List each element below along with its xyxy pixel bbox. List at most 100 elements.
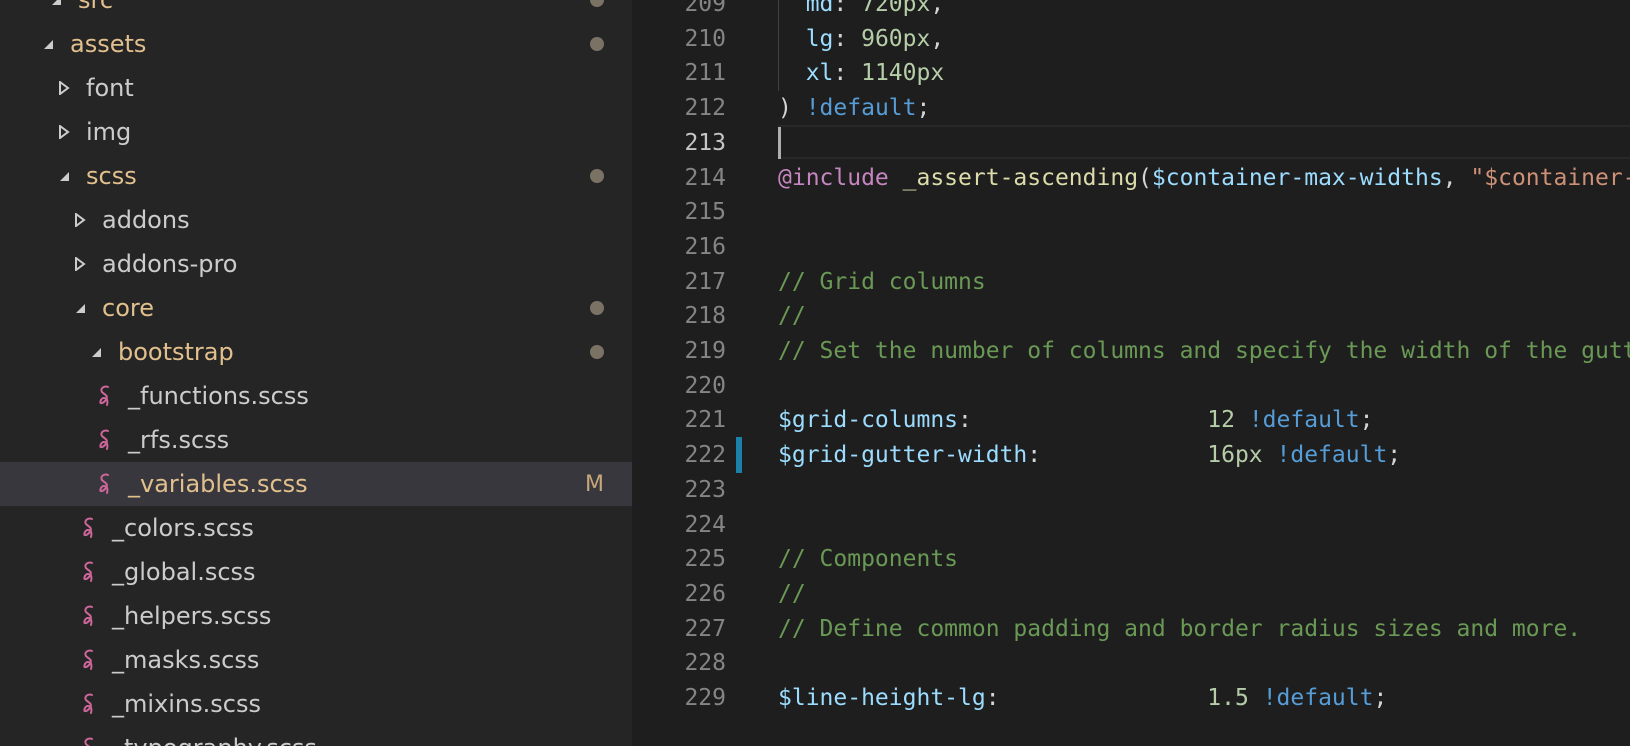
code-line[interactable]: 214 @include _assert-ascending($container… <box>632 160 1630 196</box>
code-token: !default <box>1262 685 1374 711</box>
triangle-right-icon[interactable] <box>56 121 72 143</box>
code-token: @include <box>778 164 889 191</box>
tree-item-label: _masks.scss <box>112 646 260 674</box>
git-modified-gutter-marker[interactable] <box>736 437 742 474</box>
code-line[interactable]: 216 <box>632 229 1630 265</box>
code-text: $grid-gutter-width: 16px !default; <box>778 437 1401 473</box>
line-number: 219 <box>684 338 726 364</box>
line-number: 223 <box>684 476 726 503</box>
line-number: 221 <box>684 407 726 434</box>
code-line[interactable]: 229 $line-height-lg: 1.5 !default; <box>632 680 1630 716</box>
tree-item-label: src <box>78 0 114 14</box>
code-line[interactable]: 209 md: 720px, <box>632 0 1630 22</box>
code-line[interactable]: 220 <box>632 368 1630 404</box>
code-line[interactable]: 218 // <box>632 298 1630 334</box>
tree-folder-row[interactable]: assets <box>0 22 632 66</box>
tree-folder-row[interactable]: scss <box>0 154 632 198</box>
code-line[interactable]: 227 // Define common padding and border r… <box>632 611 1630 647</box>
tree-file-row[interactable]: _global.scss <box>0 550 632 594</box>
code-line[interactable]: 213 <box>632 124 1630 161</box>
modified-dot-icon <box>590 37 604 51</box>
tree-file-row[interactable]: _mixins.scss <box>0 682 632 726</box>
code-token: : <box>833 60 862 87</box>
tree-folder-row[interactable]: font <box>0 66 632 110</box>
triangle-right-icon[interactable] <box>56 77 72 99</box>
code-editor[interactable]: 209 md: 720px, 210 lg: 960px, 211 xl: 1140… <box>632 0 1630 746</box>
triangle-down-icon[interactable] <box>88 341 104 363</box>
code-line[interactable]: 226 // <box>632 576 1630 612</box>
modified-dot-icon <box>590 0 604 7</box>
code-token: : <box>1027 442 1208 469</box>
tree-folder-row[interactable]: bootstrap <box>0 330 632 374</box>
triangle-down-icon[interactable] <box>56 165 72 187</box>
triangle-down-icon[interactable] <box>40 33 56 55</box>
code-token: $grid-columns <box>778 407 959 434</box>
code-token: ; <box>1359 407 1374 434</box>
code-line[interactable]: 215 <box>632 194 1630 230</box>
tree-item-label: _colors.scss <box>112 514 254 542</box>
code-line[interactable]: 212 ) !default; <box>632 90 1630 126</box>
triangle-down-icon[interactable] <box>72 297 88 319</box>
sass-file-icon <box>80 604 98 628</box>
line-number: 212 <box>684 95 726 122</box>
code-line[interactable]: 211 xl: 1140px <box>632 55 1630 92</box>
tree-file-row[interactable]: _functions.scss <box>0 374 632 418</box>
code-line[interactable]: 228 <box>632 645 1630 681</box>
code-token: ; <box>1387 442 1402 469</box>
code-token: : <box>833 25 862 52</box>
code-token: 1.5 <box>1207 685 1249 711</box>
line-number: 209 <box>684 0 726 17</box>
tree-folder-row[interactable]: addons <box>0 198 632 242</box>
current-line-highlight <box>778 124 1630 159</box>
code-text: // <box>778 576 806 612</box>
code-token: !default <box>805 95 917 122</box>
code-token: // Components <box>778 546 959 573</box>
tree-file-row[interactable]: _colors.scss <box>0 506 632 550</box>
code-token: xl <box>805 60 834 87</box>
tree-folder-row[interactable]: addons-pro <box>0 242 632 286</box>
code-token: 960px <box>861 25 931 52</box>
code-line[interactable]: 217 // Grid columns <box>632 264 1630 300</box>
code-text: md: 720px, <box>778 0 945 22</box>
tree-item-label: _rfs.scss <box>128 426 230 454</box>
code-token: 12 <box>1207 407 1235 434</box>
code-line[interactable]: 225 // Components <box>632 541 1630 577</box>
modified-dot-icon <box>590 169 604 183</box>
code-text: ) !default; <box>778 90 930 126</box>
line-number: 228 <box>684 650 726 677</box>
modified-dot-badge <box>590 0 604 22</box>
code-line[interactable]: 219 // Set the number of columns and spec… <box>632 333 1630 369</box>
sass-file-icon <box>80 560 98 584</box>
code-token: // Set the number of columns and specify… <box>778 338 1630 364</box>
code-token: , <box>1442 164 1471 191</box>
modified-dot-badge <box>590 330 604 374</box>
tree-file-row[interactable]: _masks.scss <box>0 638 632 682</box>
modified-dot-badge <box>590 22 604 66</box>
triangle-right-icon[interactable] <box>72 209 88 231</box>
tree-folder-row[interactable]: core <box>0 286 632 330</box>
code-token: , <box>930 0 945 17</box>
triangle-right-icon[interactable] <box>72 253 88 275</box>
code-line[interactable]: 221 $grid-columns: 12 !default; <box>632 402 1630 438</box>
code-token: : <box>985 685 1208 711</box>
code-line[interactable]: 222 $grid-gutter-width: 16px !default; <box>632 437 1630 474</box>
tree-file-row[interactable]: _typography.scss <box>0 726 632 746</box>
tree-folder-row[interactable]: img <box>0 110 632 154</box>
tree-item-label: core <box>102 294 154 322</box>
tree-file-row[interactable]: _variables.scss M <box>0 462 632 506</box>
tree-folder-row[interactable]: src <box>0 0 632 22</box>
triangle-down-icon[interactable] <box>48 0 64 11</box>
tree-file-row[interactable]: _helpers.scss <box>0 594 632 638</box>
tree-item-label: _mixins.scss <box>112 690 261 718</box>
code-line[interactable]: 210 lg: 960px, <box>632 20 1630 57</box>
code-token: lg <box>805 25 834 52</box>
tree-file-row[interactable]: _rfs.scss <box>0 418 632 462</box>
line-number: 226 <box>684 580 726 607</box>
sass-file-icon <box>80 516 98 540</box>
code-line[interactable]: 223 <box>632 472 1630 508</box>
tree-item-label: _variables.scss <box>128 470 308 498</box>
code-line[interactable]: 224 <box>632 507 1630 543</box>
